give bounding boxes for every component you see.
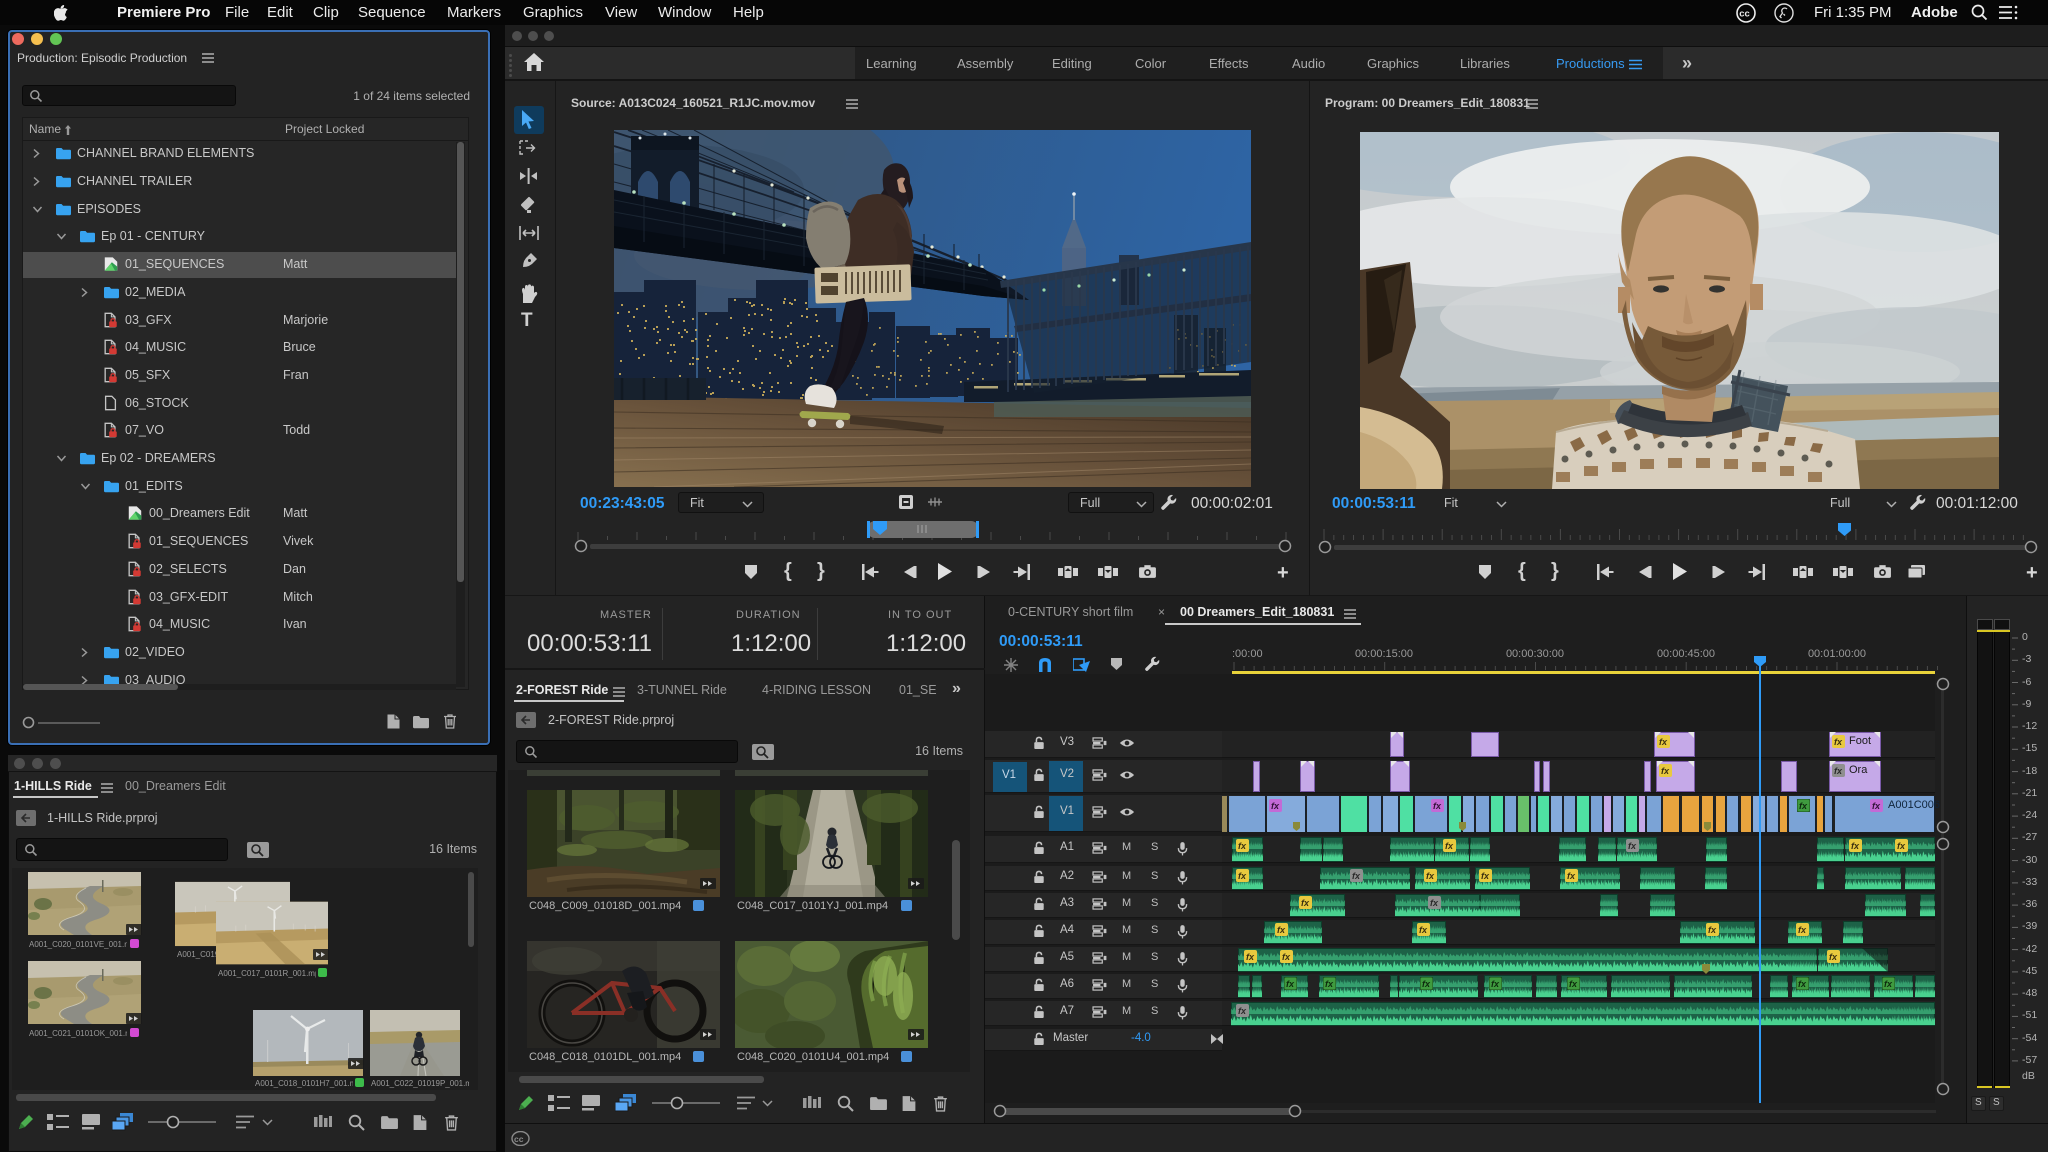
- svg-text:cc: cc: [1739, 9, 1750, 20]
- svg-text:cc: cc: [514, 1134, 524, 1144]
